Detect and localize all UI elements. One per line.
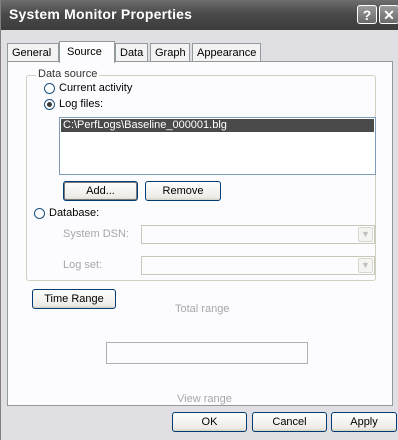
apply-button[interactable]: Apply <box>331 412 397 432</box>
window-title: System Monitor Properties <box>9 6 193 22</box>
log-files-list[interactable]: C:\PerfLogs\Baseline_000001.blg <box>59 117 376 175</box>
system-dsn-select[interactable]: ▼ <box>141 225 375 244</box>
help-button[interactable]: ? <box>357 5 377 24</box>
ok-button[interactable]: OK <box>172 412 247 432</box>
add-button[interactable]: Add... <box>63 181 138 201</box>
remove-button[interactable]: Remove <box>145 181 221 201</box>
tab-graph[interactable]: Graph <box>150 43 190 61</box>
time-range-slider[interactable] <box>106 342 308 364</box>
close-button[interactable]: ✕ <box>379 5 398 24</box>
cancel-button[interactable]: Cancel <box>252 412 327 432</box>
log-files-radio[interactable] <box>44 98 55 110</box>
chevron-down-icon[interactable]: ▼ <box>358 258 373 273</box>
tab-appearance[interactable]: Appearance <box>192 43 261 61</box>
total-range-label: Total range <box>175 303 230 315</box>
system-dsn-label: System DSN: <box>63 228 130 240</box>
log-files-label: Log files: <box>59 98 104 110</box>
properties-dialog: System Monitor Properties ? ✕ General So… <box>0 0 398 440</box>
log-set-select[interactable]: ▼ <box>141 256 375 275</box>
database-option[interactable]: Database: <box>34 207 99 219</box>
view-range-label: View range <box>177 393 232 405</box>
time-range-button[interactable]: Time Range <box>32 289 116 309</box>
log-file-item[interactable]: C:\PerfLogs\Baseline_000001.blg <box>61 119 374 132</box>
log-files-option[interactable]: Log files: <box>44 98 103 110</box>
log-set-label: Log set: <box>63 259 103 271</box>
tab-general[interactable]: General <box>7 43 59 61</box>
title-bar[interactable]: System Monitor Properties ? ✕ <box>1 0 398 30</box>
tab-source[interactable]: Source <box>59 41 115 63</box>
tab-data[interactable]: Data <box>115 43 148 61</box>
data-source-group-label: Data source <box>36 68 100 80</box>
current-activity-label: Current activity <box>59 82 133 94</box>
chevron-down-icon[interactable]: ▼ <box>358 227 373 242</box>
current-activity-option[interactable]: Current activity <box>44 82 132 94</box>
database-radio[interactable] <box>34 207 45 219</box>
current-activity-radio[interactable] <box>44 82 55 94</box>
database-label: Database: <box>49 207 100 219</box>
